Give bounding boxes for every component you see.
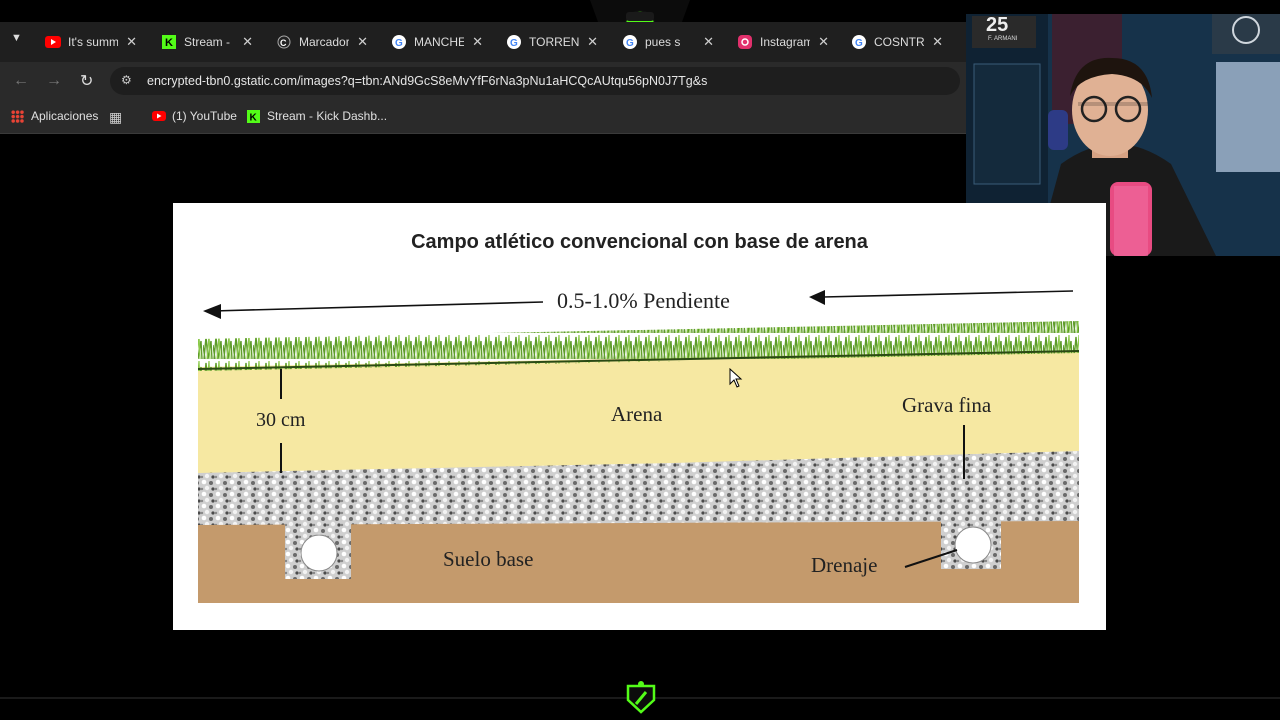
bookmark-youtube[interactable]: (1) YouTube [152,109,237,123]
youtube-icon [45,34,61,50]
field-diagram-image: Campo atlético convencional con base de … [173,203,1106,630]
back-icon[interactable]: ← [13,72,29,90]
svg-text:C: C [280,38,287,48]
diagram-title: Campo atlético convencional con base de … [411,231,868,253]
google-icon: G [391,34,407,50]
tab-label: pues s [645,35,681,49]
jersey-number: 25 [986,14,1009,36]
tab-label: It's summ [68,35,118,49]
svg-text:K: K [165,37,173,49]
slope-label: 0.5-1.0% Pendiente [557,288,730,313]
tab-label: COSNTRU [874,35,924,49]
reload-icon[interactable]: ↻ [80,71,93,91]
sand-label: Arena [611,402,663,426]
tab-strip: ▼ It's summ ✕ K Stream - I ✕ C Marcador … [0,22,966,62]
google-icon: G [851,34,867,50]
kick-icon: K [247,109,260,123]
tab-marcador[interactable]: C Marcador ✕ [276,22,368,62]
soil-label: Suelo base [443,547,534,571]
close-tab-icon[interactable]: ✕ [818,34,829,50]
tab-label: TORRENT [529,35,579,49]
tab-label: MANCHE [414,35,464,49]
tab-youtube[interactable]: It's summ ✕ [45,22,137,62]
shield-icon [626,680,656,719]
svg-text:G: G [855,38,863,49]
tab-groups-button[interactable]: ▦ [109,109,122,126]
drain-label: Drenaje [811,553,878,577]
google-icon: G [506,34,522,50]
tab-label: Instagram [760,35,810,49]
close-tab-icon[interactable]: ✕ [932,34,943,50]
drain-pipe-right [954,526,992,564]
youtube-icon [152,111,166,121]
close-tab-icon[interactable]: ✕ [472,34,483,50]
close-tab-icon[interactable]: ✕ [357,34,368,50]
tab-kick-stream[interactable]: K Stream - I ✕ [161,22,253,62]
site-info-icon[interactable]: ⚙ [121,73,132,87]
svg-text:G: G [626,38,634,49]
tab-google-pues[interactable]: G pues s ✕ [622,22,714,62]
close-tab-icon[interactable]: ✕ [126,34,137,50]
mouse-cursor [729,367,743,393]
close-tab-icon[interactable]: ✕ [587,34,598,50]
tab-instagram[interactable]: Instagram ✕ [737,22,829,62]
tab-groups-icon: ▦ [109,109,123,125]
tab-label: Stream - I [184,35,234,49]
depth-label: 30 cm [256,409,306,431]
drain-pipe-left [300,534,338,572]
forward-icon[interactable]: → [46,72,62,90]
address-url[interactable]: encrypted-tbn0.gstatic.com/images?q=tbn:… [147,74,707,88]
marcador-icon: C [276,34,292,50]
bookmarks-bar: Aplicaciones ▦ (1) YouTube K Stream - Ki… [0,100,966,134]
address-bar[interactable]: ⚙ encrypted-tbn0.gstatic.com/images?q=tb… [110,67,960,95]
bookmark-kick-dashboard[interactable]: K Stream - Kick Dashb... [247,109,387,123]
bookmark-aplicaciones[interactable]: Aplicaciones [11,109,98,123]
gravel-label: Grava fina [902,393,992,417]
tab-google-cosntru[interactable]: G COSNTRU ✕ [851,22,943,62]
browser-toolbar: ← → ↻ ⚙ encrypted-tbn0.gstatic.com/image… [0,62,966,100]
close-tab-icon[interactable]: ✕ [703,34,714,50]
kick-icon: K [161,34,177,50]
google-icon: G [622,34,638,50]
tab-google-torrent[interactable]: G TORRENT ✕ [506,22,598,62]
tab-label: Marcador [299,35,349,49]
tab-google-manche[interactable]: G MANCHE ✕ [391,22,483,62]
apps-grid-icon [11,109,24,123]
svg-text:K: K [250,112,258,123]
tab-search-dropdown[interactable]: ▼ [11,32,27,48]
jersey-name: F. ARMANI [988,36,1018,42]
svg-text:G: G [395,38,403,49]
close-tab-icon[interactable]: ✕ [242,34,253,50]
svg-text:G: G [510,38,518,49]
instagram-icon [737,34,753,50]
